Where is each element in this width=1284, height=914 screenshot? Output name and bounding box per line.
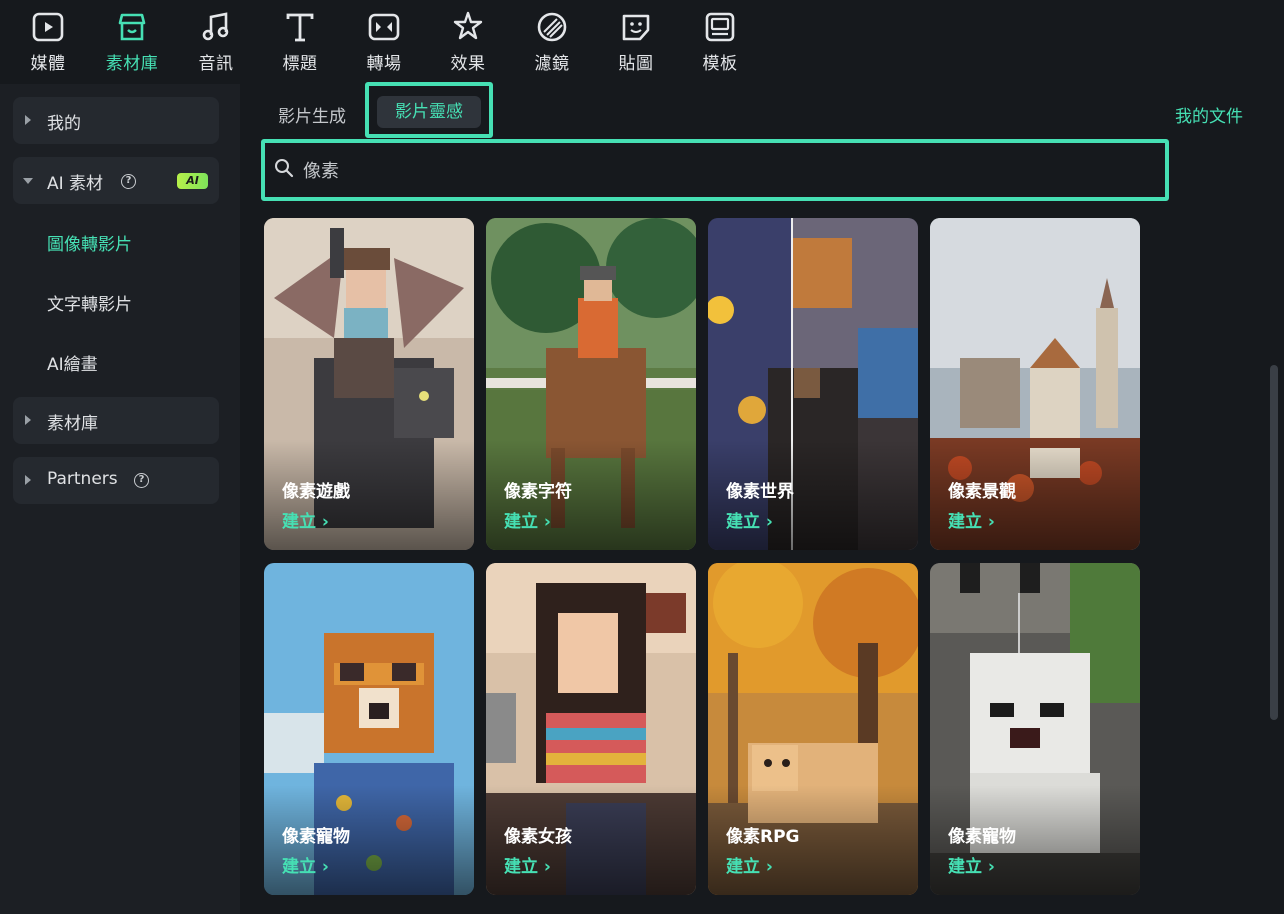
- card-create-button[interactable]: 建立 ›: [282, 852, 329, 877]
- sidebar-item-mine[interactable]: 我的: [13, 97, 219, 144]
- tab-video-generation[interactable]: 影片生成: [278, 102, 346, 127]
- toolbar-media-label: 媒體: [30, 54, 66, 74]
- toolbar-stickers[interactable]: 貼圖: [601, 8, 671, 78]
- sticker-icon: [622, 14, 650, 41]
- template-card[interactable]: 像素RPG 建立 ›: [708, 563, 918, 895]
- card-create-button[interactable]: 建立 ›: [948, 852, 995, 877]
- sidebar-item-ai-assets[interactable]: AI 素材 ? AI: [13, 157, 219, 204]
- chevron-down-icon: [23, 178, 33, 184]
- filter-icon: [537, 12, 567, 42]
- card-create-button[interactable]: 建立 ›: [726, 852, 773, 877]
- toolbar-templates-label: 模板: [702, 54, 738, 74]
- toolbar-media[interactable]: 媒體: [13, 8, 83, 78]
- top-toolbar: 媒體 素材庫 音訊 標題 轉場 效果 濾鏡 貼圖 模板: [0, 0, 1284, 84]
- music-note-icon: [202, 12, 229, 41]
- tab-highlight-box: 影片靈感: [365, 82, 493, 138]
- media-icon: [32, 12, 64, 42]
- template-card[interactable]: 像素遊戲 建立 ›: [264, 218, 474, 550]
- toolbar-filters-label: 濾鏡: [534, 54, 570, 74]
- chevron-right-icon: [25, 475, 31, 485]
- text-t-icon: [286, 13, 314, 42]
- sidebar-item-mine-label: 我的: [47, 114, 81, 134]
- toolbar-audio-label: 音訊: [198, 54, 234, 74]
- search-input[interactable]: [303, 153, 1143, 187]
- sidebar: 我的 AI 素材 ? AI 圖像轉影片 文字轉影片 AI繪畫 素材庫 Partn…: [0, 84, 240, 914]
- card-title: 像素字符: [504, 482, 572, 502]
- sidebar-item-partners-label: Partners: [47, 469, 118, 489]
- template-card[interactable]: 像素寵物 建立 ›: [264, 563, 474, 895]
- toolbar-titles[interactable]: 標題: [265, 8, 335, 78]
- toolbar-transitions[interactable]: 轉場: [349, 8, 419, 78]
- toolbar-store[interactable]: 素材庫: [97, 8, 167, 78]
- chevron-right-icon: [25, 415, 31, 425]
- scrollbar-thumb[interactable]: [1270, 365, 1278, 720]
- card-title: 像素景觀: [948, 482, 1016, 502]
- card-title: 像素世界: [726, 482, 794, 502]
- search-icon: [275, 159, 294, 178]
- sidebar-item-library[interactable]: 素材庫: [13, 397, 219, 444]
- card-create-button[interactable]: 建立 ›: [948, 507, 995, 532]
- card-create-button[interactable]: 建立 ›: [726, 507, 773, 532]
- card-create-button[interactable]: 建立 ›: [504, 507, 551, 532]
- card-create-button[interactable]: 建立 ›: [504, 852, 551, 877]
- card-title: 像素女孩: [504, 827, 572, 847]
- sidebar-item-ai-assets-label: AI 素材: [47, 174, 104, 194]
- toolbar-templates[interactable]: 模板: [685, 8, 755, 78]
- effects-star-icon: [453, 11, 483, 40]
- help-icon[interactable]: ?: [121, 174, 136, 189]
- sidebar-item-library-label: 素材庫: [47, 414, 98, 434]
- toolbar-store-label: 素材庫: [105, 54, 159, 74]
- template-card[interactable]: 像素字符 建立 ›: [486, 218, 696, 550]
- store-icon: [118, 13, 146, 41]
- sidebar-sub-ai-painting[interactable]: AI繪畫: [47, 350, 98, 375]
- toolbar-effects[interactable]: 效果: [433, 8, 503, 78]
- transition-icon: [368, 13, 400, 41]
- card-title: 像素寵物: [948, 827, 1016, 847]
- search-box: [261, 139, 1169, 201]
- sidebar-sub-image-to-video[interactable]: 圖像轉影片: [47, 230, 132, 255]
- template-card[interactable]: 像素女孩 建立 ›: [486, 563, 696, 895]
- toolbar-titles-label: 標題: [282, 54, 318, 74]
- card-title: 像素寵物: [282, 827, 350, 847]
- toolbar-transitions-label: 轉場: [366, 54, 402, 74]
- toolbar-effects-label: 效果: [450, 54, 486, 74]
- card-create-button[interactable]: 建立 ›: [282, 507, 329, 532]
- toolbar-filters[interactable]: 濾鏡: [517, 8, 587, 78]
- template-icon: [705, 12, 735, 42]
- help-icon[interactable]: ?: [134, 473, 149, 488]
- toolbar-stickers-label: 貼圖: [618, 54, 654, 74]
- card-title: 像素RPG: [726, 827, 800, 847]
- sidebar-item-partners[interactable]: Partners ?: [13, 457, 219, 504]
- my-documents-link[interactable]: 我的文件: [1175, 102, 1243, 127]
- tab-video-inspiration[interactable]: 影片靈感: [377, 96, 481, 128]
- toolbar-audio[interactable]: 音訊: [181, 8, 251, 78]
- template-card[interactable]: 像素景觀 建立 ›: [930, 218, 1140, 550]
- chevron-right-icon: [25, 115, 31, 125]
- ai-badge: AI: [177, 173, 208, 189]
- sidebar-sub-text-to-video[interactable]: 文字轉影片: [47, 290, 132, 315]
- template-card[interactable]: 像素寵物 建立 ›: [930, 563, 1140, 895]
- template-card[interactable]: 像素世界 建立 ›: [708, 218, 918, 550]
- card-title: 像素遊戲: [282, 482, 350, 502]
